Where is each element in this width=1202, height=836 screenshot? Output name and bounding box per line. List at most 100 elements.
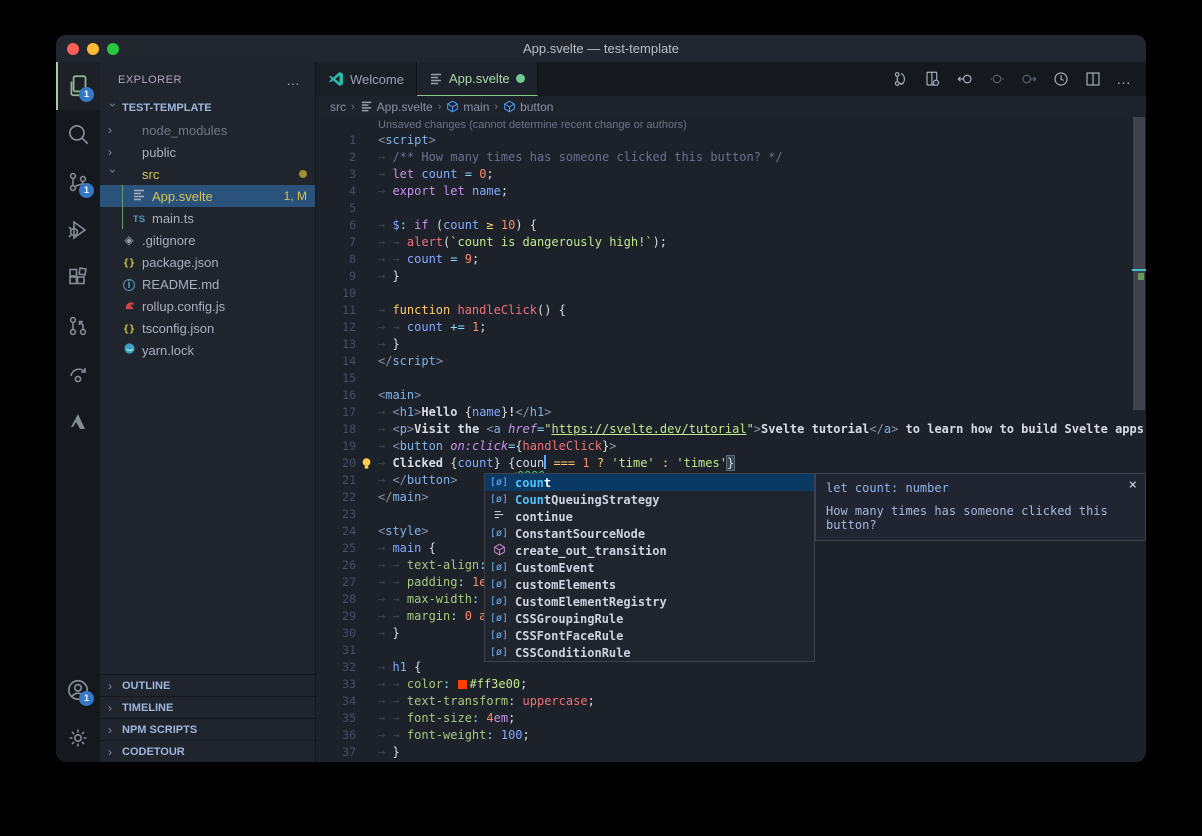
code-editor[interactable]: Unsaved changes (cannot determine recent… — [316, 117, 1146, 762]
suggestion-cssconditionrule[interactable]: [ø]CSSConditionRule — [485, 644, 814, 661]
activity-azure-icon[interactable] — [56, 398, 100, 446]
code-line-12[interactable]: 12→ → count += 1; — [316, 319, 1146, 336]
tree-item-package-json[interactable]: {}package.json — [100, 251, 315, 273]
suggestion-cssfontfacerule[interactable]: [ø]CSSFontFaceRule — [485, 627, 814, 644]
code-line-7[interactable]: 7→ → alert(`count is dangerously high!`)… — [316, 234, 1146, 251]
tree-item-label: main.ts — [152, 211, 307, 226]
activity-account-icon[interactable]: 1 — [56, 666, 100, 714]
cube-icon — [503, 100, 516, 113]
code-line-5[interactable]: 5 — [316, 200, 1146, 217]
line-number: 1 — [316, 132, 356, 149]
line-number: 17 — [316, 404, 356, 421]
line-number: 9 — [316, 268, 356, 285]
explorer-more-actions-icon[interactable]: … — [286, 72, 301, 88]
suggestion-cssgroupingrule[interactable]: [ø]CSSGroupingRule — [485, 610, 814, 627]
code-line-13[interactable]: 13→ } — [316, 336, 1146, 353]
activity-run-debug-icon[interactable] — [56, 206, 100, 254]
section-timeline[interactable]: ›TIMELINE — [100, 696, 315, 718]
code-line-9[interactable]: 9→ } — [316, 268, 1146, 285]
file-history-icon[interactable] — [1052, 70, 1070, 88]
tree-item-node-modules[interactable]: ›node_modules — [100, 119, 315, 141]
code-line-10[interactable]: 10 — [316, 285, 1146, 302]
breadcrumb-main[interactable]: main — [446, 100, 489, 114]
tree-item--gitignore[interactable]: ◈.gitignore — [100, 229, 315, 251]
compare-commits-icon[interactable] — [892, 70, 910, 88]
code-line-14[interactable]: 14</script> — [316, 353, 1146, 370]
activity-extensions-icon[interactable] — [56, 254, 100, 302]
activity-settings-gear-icon[interactable] — [56, 714, 100, 762]
code-line-2[interactable]: 2→ /** How many times has someone clicke… — [316, 149, 1146, 166]
code-line-36[interactable]: 36→ → font-weight: 100; — [316, 727, 1146, 744]
section-npm-scripts[interactable]: ›NPM SCRIPTS — [100, 718, 315, 740]
code-line-6[interactable]: 6→ $: if (count ≥ 10) { — [316, 217, 1146, 234]
previous-change-icon[interactable] — [956, 70, 974, 88]
suggestion-customevent[interactable]: [ø]CustomEvent — [485, 559, 814, 576]
suggestion-label: continue — [515, 510, 573, 524]
activity-pull-request-icon[interactable] — [56, 302, 100, 350]
suggestion-customelements[interactable]: [ø]customElements — [485, 576, 814, 593]
tree-item-tsconfig-json[interactable]: {}tsconfig.json — [100, 317, 315, 339]
code-line-4[interactable]: 4→ export let name; — [316, 183, 1146, 200]
settings-gear-icon — [66, 726, 90, 750]
suggestion-create_out_transition[interactable]: create_out_transition — [485, 542, 814, 559]
split-editor-icon[interactable] — [1084, 70, 1102, 88]
tab-welcome[interactable]: Welcome — [316, 62, 417, 96]
more-actions-icon[interactable]: … — [1116, 71, 1132, 88]
title-bar[interactable]: App.svelte — test-template — [56, 35, 1146, 62]
code-line-20[interactable]: 20→ Clicked {count} {coun === 1 ? 'time'… — [316, 455, 1146, 472]
modified-dot — [516, 74, 525, 83]
activity-live-share-icon[interactable] — [56, 350, 100, 398]
close-icon[interactable]: × — [1129, 477, 1137, 493]
tree-item-label: tsconfig.json — [142, 321, 307, 336]
section-outline[interactable]: ›OUTLINE — [100, 674, 315, 696]
tree-item-label: src — [142, 167, 299, 182]
code-line-1[interactable]: 1<script> — [316, 132, 1146, 149]
tree-item-public[interactable]: ›public — [100, 141, 315, 163]
chevron-right-icon: › — [108, 145, 118, 159]
scrollbar-thumb[interactable] — [1133, 117, 1145, 410]
code-line-37[interactable]: 37→ } — [316, 744, 1146, 761]
next-change-icon[interactable] — [1020, 70, 1038, 88]
suggestion-count[interactable]: [ø]count — [485, 474, 814, 491]
suggestion-label: CustomEvent — [515, 561, 594, 575]
code-line-16[interactable]: 16<main> — [316, 387, 1146, 404]
code-line-15[interactable]: 15 — [316, 370, 1146, 387]
tree-item-src[interactable]: ›src — [100, 163, 315, 185]
breadcrumb-app-svelte[interactable]: App.svelte — [360, 100, 433, 114]
tree-item-readme-md[interactable]: iREADME.md — [100, 273, 315, 295]
suggestion-label: CSSGroupingRule — [515, 612, 623, 626]
code-line-17[interactable]: 17→ <h1>Hello {name}!</h1> — [316, 404, 1146, 421]
tree-item-yarn-lock[interactable]: yarn.lock — [100, 339, 315, 361]
code-line-11[interactable]: 11→ function handleClick() { — [316, 302, 1146, 319]
code-line-18[interactable]: 18→ <p>Visit the <a href="https://svelte… — [316, 421, 1146, 438]
code-line-33[interactable]: 33→ → color: #ff3e00; — [316, 676, 1146, 693]
code-line-8[interactable]: 8→ → count = 9; — [316, 251, 1146, 268]
change-dot-icon[interactable] — [988, 70, 1006, 88]
suggestion-constantsourcenode[interactable]: [ø]ConstantSourceNode — [485, 525, 814, 542]
line-number: 32 — [316, 659, 356, 676]
section-test-template[interactable]: › TEST-TEMPLATE — [100, 97, 315, 119]
breadcrumb-src[interactable]: src — [330, 100, 346, 114]
breadcrumb-button[interactable]: button — [503, 100, 553, 114]
tree-item-rollup-config-js[interactable]: rollup.config.js — [100, 295, 315, 317]
tree-item-app-svelte[interactable]: App.svelte1, M — [100, 185, 315, 207]
section-codetour[interactable]: ›CODETOUR — [100, 740, 315, 762]
code-line-19[interactable]: 19→ <button on:click={handleClick}> — [316, 438, 1146, 455]
code-line-34[interactable]: 34→ → text-transform: uppercase; — [316, 693, 1146, 710]
code-line-3[interactable]: 3→ let count = 0; — [316, 166, 1146, 183]
suggestion-countqueuingstrategy[interactable]: [ø]CountQueuingStrategy — [485, 491, 814, 508]
open-changes-icon[interactable] — [924, 70, 942, 88]
activity-files-icon[interactable]: 1 — [56, 62, 100, 110]
svelte-file-icon — [130, 188, 148, 205]
suggestion-customelementregistry[interactable]: [ø]CustomElementRegistry — [485, 593, 814, 610]
vertical-scrollbar[interactable] — [1132, 117, 1146, 762]
code-line-35[interactable]: 35→ → font-size: 4em; — [316, 710, 1146, 727]
activity-source-control-icon[interactable]: 1 — [56, 158, 100, 206]
color-swatch[interactable] — [458, 680, 467, 689]
activity-search-icon[interactable] — [56, 110, 100, 158]
overview-cursor-mark — [1132, 269, 1146, 271]
tree-item-main-ts[interactable]: TSmain.ts — [100, 207, 315, 229]
autocomplete-popup: [ø]count[ø]CountQueuingStrategycontinue[… — [484, 473, 815, 662]
suggestion-continue[interactable]: continue — [485, 508, 814, 525]
tab-app-svelte[interactable]: App.svelte — [417, 62, 538, 96]
